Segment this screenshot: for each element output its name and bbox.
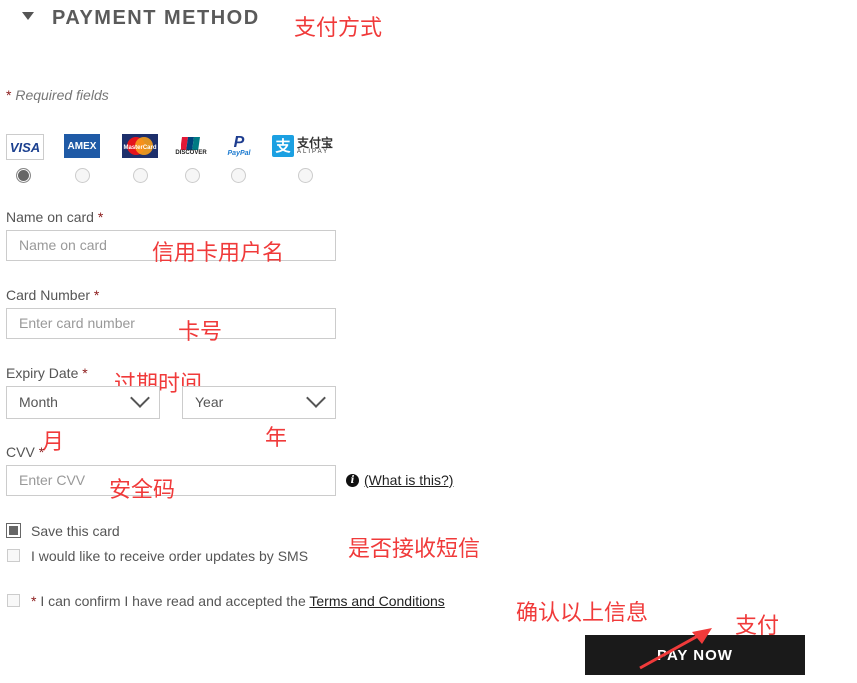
radio-visa[interactable] xyxy=(16,168,31,183)
collapse-triangle-icon[interactable] xyxy=(22,12,34,20)
amex-logo-text: AMEX xyxy=(67,140,97,152)
annotation-month: 月 xyxy=(42,430,65,455)
alipay-cn-text: 支付宝 xyxy=(297,136,334,150)
info-icon: i xyxy=(346,473,359,487)
terms-label: * I can confirm I have read and accepted… xyxy=(31,593,445,609)
required-star: * xyxy=(38,444,45,460)
year-select[interactable]: Year xyxy=(182,386,336,419)
terms-text: I can confirm I have read and accepted t… xyxy=(36,593,310,609)
required-star: * xyxy=(93,287,100,303)
discover-text: DISCOVER xyxy=(175,149,207,156)
radio-unionpay[interactable] xyxy=(185,168,200,183)
mastercard-circles-icon: MasterCard xyxy=(123,137,157,155)
expiry-date-label-text: Expiry Date xyxy=(6,365,79,381)
chevron-down-icon xyxy=(130,388,150,408)
radio-alipay[interactable] xyxy=(298,168,313,183)
unionpay-icon xyxy=(181,136,200,150)
expiry-date-label: Expiry Date * xyxy=(6,365,88,381)
terms-checkbox[interactable] xyxy=(7,594,20,607)
alipay-en-text: ALIPAY xyxy=(297,149,330,155)
paypal-logo[interactable]: P PayPal xyxy=(226,134,252,158)
cvv-help-link[interactable]: i (What is this?) xyxy=(346,472,453,488)
paypal-p-icon: P xyxy=(233,133,245,151)
annotation-cvv: 安全码 xyxy=(109,478,176,503)
alipay-icon: 支 xyxy=(272,135,294,157)
card-number-label: Card Number * xyxy=(6,287,99,303)
name-on-card-label-text: Name on card xyxy=(6,209,94,225)
chevron-down-icon xyxy=(306,388,326,408)
month-select[interactable]: Month xyxy=(6,386,160,419)
annotation-terms: 确认以上信息 xyxy=(516,601,649,626)
required-text: Required fields xyxy=(11,87,109,103)
annotation-sms: 是否接收短信 xyxy=(348,537,481,562)
visa-logo-text: VISA xyxy=(9,139,41,155)
annotation-pay: 支付 xyxy=(735,614,780,639)
radio-amex[interactable] xyxy=(75,168,90,183)
required-star: * xyxy=(97,209,104,225)
required-fields-note: * Required fields xyxy=(6,87,109,103)
section-title: PAYMENT METHOD xyxy=(52,7,260,29)
radio-mastercard[interactable] xyxy=(133,168,148,183)
annotation-payment-method: 支付方式 xyxy=(294,16,383,41)
save-card-checkbox[interactable] xyxy=(6,523,21,538)
card-number-label-text: Card Number xyxy=(6,287,91,303)
annotation-arrow-icon xyxy=(639,628,712,670)
cvv-label-text: CVV xyxy=(6,444,35,460)
unionpay-discover-logo[interactable]: DISCOVER xyxy=(175,134,207,158)
svg-text:MasterCard: MasterCard xyxy=(123,145,156,151)
terms-and-conditions-link[interactable]: Terms and Conditions xyxy=(309,593,444,609)
annotation-year: 年 xyxy=(265,426,288,451)
month-select-value: Month xyxy=(19,394,58,410)
what-is-this-link[interactable]: (What is this?) xyxy=(364,472,453,488)
required-star: * xyxy=(82,365,88,381)
paypal-text: PayPal xyxy=(227,149,251,157)
mastercard-logo[interactable]: MasterCard xyxy=(122,134,158,158)
visa-logo[interactable]: VISA xyxy=(6,134,44,160)
save-card-label: Save this card xyxy=(31,523,120,539)
cvv-label: CVV * xyxy=(6,444,44,460)
sms-checkbox[interactable] xyxy=(7,549,20,562)
amex-logo[interactable]: AMEX xyxy=(64,134,100,158)
alipay-logo[interactable]: 支 支付宝 ALIPAY xyxy=(272,134,340,158)
radio-paypal[interactable] xyxy=(231,168,246,183)
name-on-card-placeholder: Name on card xyxy=(19,237,107,253)
annotation-name-on-card: 信用卡用户名 xyxy=(152,241,285,266)
name-on-card-label: Name on card * xyxy=(6,209,103,225)
annotation-card-number: 卡号 xyxy=(178,320,223,345)
card-number-placeholder: Enter card number xyxy=(19,315,135,331)
cvv-placeholder: Enter CVV xyxy=(19,472,86,488)
card-number-input[interactable]: Enter card number xyxy=(6,308,336,339)
year-select-value: Year xyxy=(195,394,224,410)
sms-label: I would like to receive order updates by… xyxy=(31,548,309,564)
